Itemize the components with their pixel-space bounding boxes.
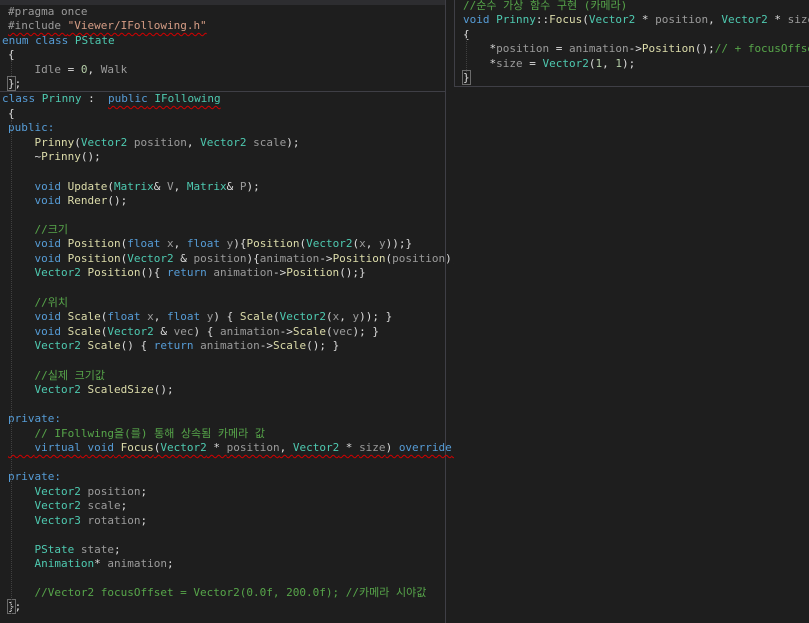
impl-line-1[interactable]: *position = animation->Position();// + f… [463, 42, 809, 56]
comment-focus-offset[interactable]: //Vector2 focusOffset = Vector2(0.0f, 20… [8, 586, 426, 600]
impl-brace-close[interactable]: } [462, 70, 471, 85]
enum-bracket-guide [11, 60, 12, 76]
scaled-size-line[interactable]: Vector2 ScaledSize(); [8, 383, 174, 397]
public-label-1[interactable]: public: [8, 121, 54, 135]
member-rotation[interactable]: Vector3 rotation; [8, 514, 148, 528]
header-editor-panel[interactable]: #pragma once #include "Viewer/IFollowing… [0, 0, 446, 92]
class-editor-panel[interactable]: class Prinny : public IFollowing { publi… [0, 92, 465, 623]
code-line-include[interactable]: #include "Viewer/IFollowing.h" [8, 19, 207, 33]
focus-override-line[interactable]: virtual void Focus(Vector2 * position, V… [8, 441, 459, 455]
code-line-enum-values[interactable]: Idle = 0, Walk [8, 63, 128, 77]
render-line[interactable]: void Render(); [8, 194, 128, 208]
scale-1[interactable]: void Scale(float x, float y) { Scale(Vec… [8, 310, 393, 324]
class-bracket-guide [11, 120, 12, 614]
scale-3[interactable]: Vector2 Scale() { return animation->Scal… [8, 339, 340, 353]
impl-editor-panel[interactable]: //순수 가상 함수 구현 (카메라) void Prinny::Focus(V… [454, 0, 809, 87]
class-open[interactable]: { [8, 107, 15, 121]
private-label-1[interactable]: private: [8, 412, 61, 426]
comment-focus[interactable]: // IFollwing을(를) 통해 상속됨 카메라 값 [8, 427, 265, 441]
comment-pos[interactable]: //위치 [8, 296, 68, 310]
comment-real-size[interactable]: //실제 크기값 [8, 369, 104, 383]
position-3[interactable]: Vector2 Position(){ return animation->Po… [8, 266, 366, 280]
impl-line-2[interactable]: *size = Vector2(1, 1); [463, 57, 635, 71]
impl-bracket-guide [466, 38, 467, 72]
update-line[interactable]: void Update(Matrix& V, Matrix& P); [8, 180, 260, 194]
private-label-2[interactable]: private: [8, 470, 61, 484]
position-2[interactable]: void Position(Vector2 & position){animat… [8, 252, 466, 266]
code-line-enum-close[interactable]: }; [7, 76, 21, 91]
scale-2[interactable]: void Scale(Vector2 & vec) { animation->S… [8, 325, 379, 339]
code-line-pragma[interactable]: #pragma once [8, 5, 87, 19]
dtor-line[interactable]: ~Prinny(); [8, 150, 100, 164]
member-animation[interactable]: Animation* animation; [8, 557, 174, 571]
member-position[interactable]: Vector2 position; [8, 485, 148, 499]
member-scale[interactable]: Vector2 scale; [8, 499, 128, 513]
comment-size[interactable]: //크기 [8, 223, 68, 237]
ctor-line[interactable]: Prinny(Vector2 position, Vector2 scale); [8, 136, 300, 150]
member-state[interactable]: PState state; [8, 543, 121, 557]
impl-signature[interactable]: void Prinny::Focus(Vector2 * position, V… [463, 13, 809, 27]
class-decl[interactable]: class Prinny : public IFollowing [2, 92, 221, 106]
code-line-enum[interactable]: enum class PState [2, 34, 115, 48]
class-close[interactable]: }; [7, 599, 21, 614]
empty-editor-area [454, 87, 809, 623]
impl-comment[interactable]: //순수 가상 함수 구현 (카메라) [463, 0, 627, 13]
position-1[interactable]: void Position(float x, float y){Position… [8, 237, 413, 251]
